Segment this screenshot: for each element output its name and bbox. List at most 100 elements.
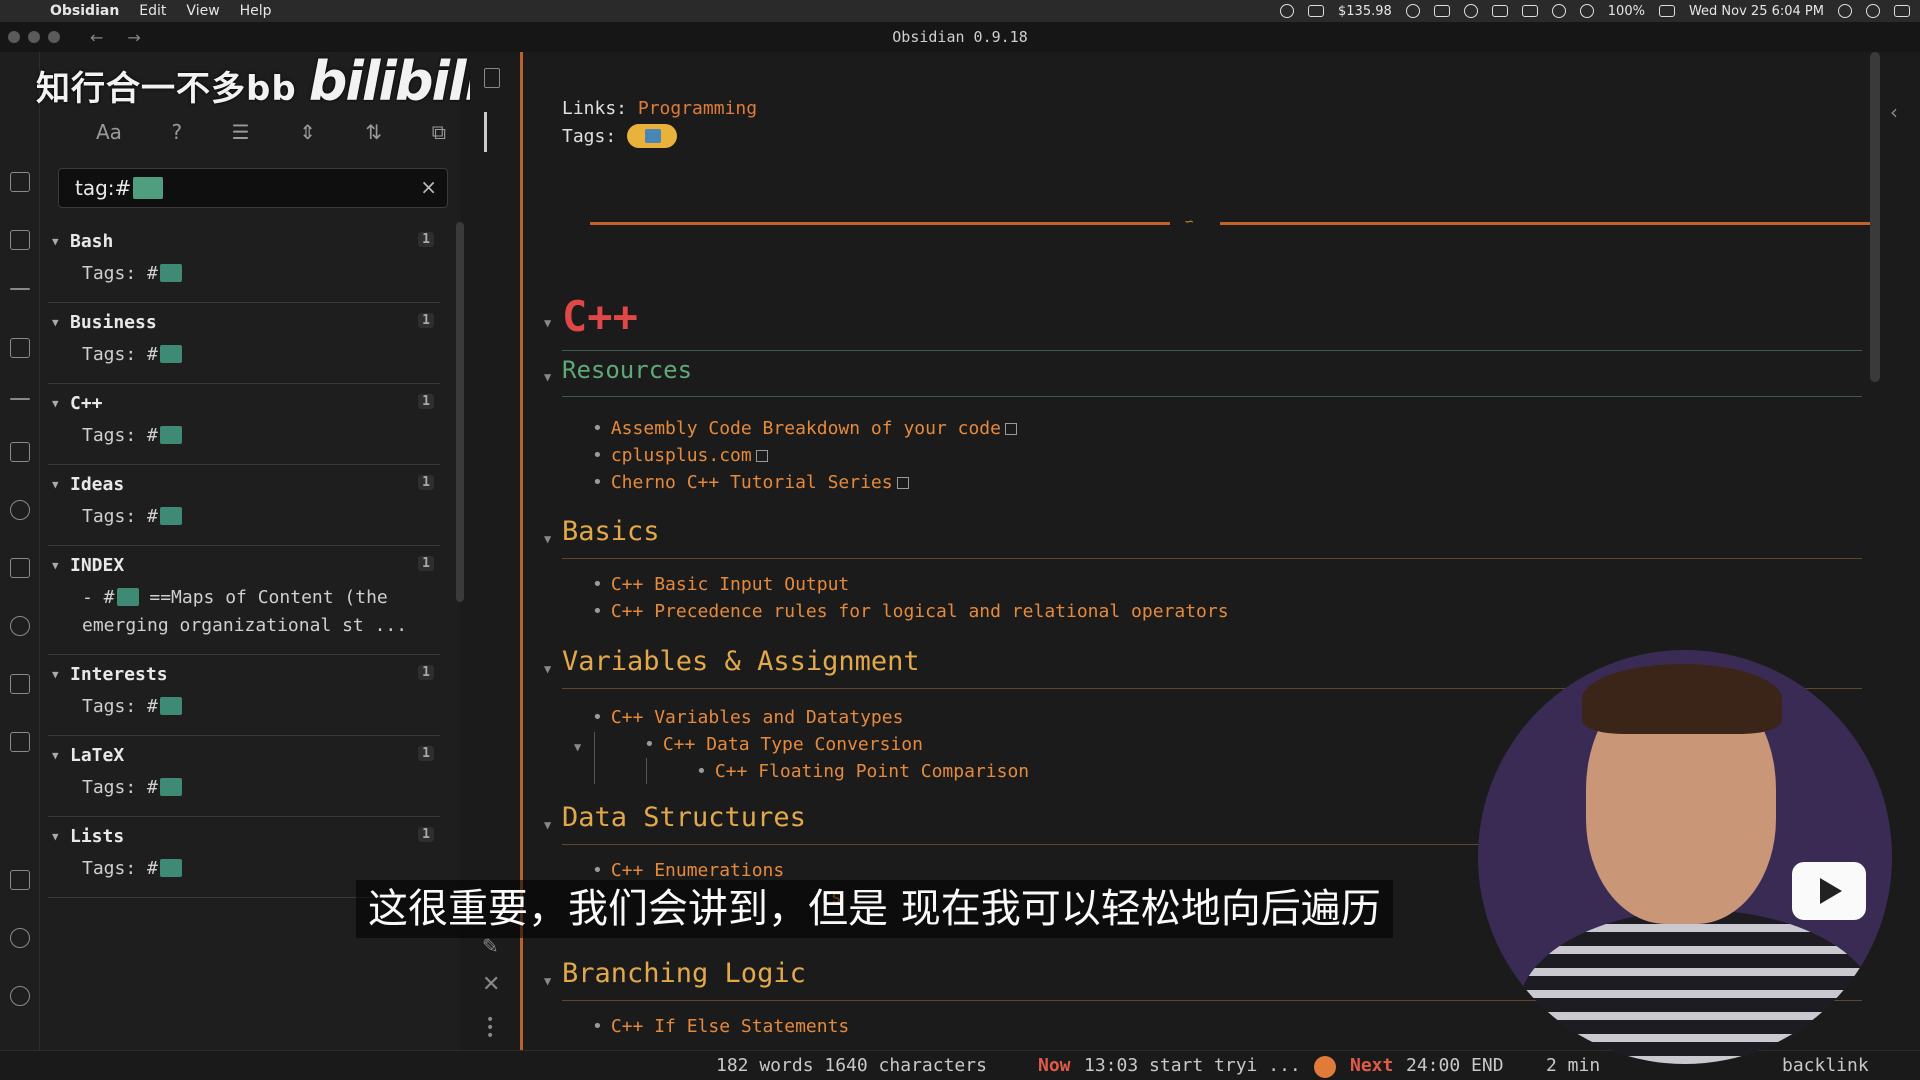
pane-scrollbar[interactable]	[456, 222, 464, 602]
result-group[interactable]: ▼ Bash 1 Tags: #	[48, 222, 440, 303]
camera-icon[interactable]	[10, 870, 30, 890]
sort-icon[interactable]: ⇅	[365, 120, 382, 144]
fold-triangle-icon[interactable]: ▼	[544, 974, 551, 988]
result-group[interactable]: ▼ INDEX 1 - # ==Maps of Content (the emerg…	[48, 546, 440, 655]
send-icon[interactable]	[10, 674, 30, 694]
result-match[interactable]: Tags: #	[48, 693, 440, 735]
show-more-context-icon[interactable]: ⇕	[299, 120, 316, 144]
random-note-icon[interactable]	[10, 172, 30, 192]
lock-icon[interactable]	[1433, 5, 1450, 17]
collapse-triangle-icon[interactable]: ▼	[52, 749, 64, 762]
volume-icon[interactable]	[1521, 5, 1538, 17]
list-item[interactable]: • C++ If Else Statements	[592, 1016, 849, 1037]
battery-icon[interactable]	[1658, 5, 1675, 17]
collapse-left-icon[interactable]	[10, 112, 30, 132]
list-item[interactable]: • C++ Data Type Conversion	[644, 734, 923, 755]
stock-price[interactable]: $135.98	[1338, 4, 1392, 19]
grid-icon[interactable]	[10, 732, 30, 752]
menu-view[interactable]: View	[176, 3, 229, 19]
search-icon[interactable]	[1838, 4, 1852, 18]
menubar-datetime[interactable]: Wed Nov 25 6:04 PM	[1689, 4, 1824, 19]
fold-triangle-icon[interactable]: ▼	[574, 740, 581, 754]
fold-triangle-icon[interactable]: ▼	[544, 316, 551, 330]
settings-gear-icon[interactable]	[10, 986, 30, 1006]
help-icon[interactable]	[10, 928, 30, 948]
menu-edit[interactable]: Edit	[129, 3, 176, 19]
forward-arrow-icon[interactable]: →	[127, 28, 140, 47]
menu-app-name[interactable]: Obsidian	[40, 3, 129, 19]
collapse-results-icon[interactable]: ☰	[232, 120, 250, 144]
tag-pill[interactable]	[627, 124, 678, 148]
collapse-triangle-icon[interactable]: ▼	[52, 478, 64, 491]
list-item[interactable]: • Assembly Code Breakdown of your code	[592, 418, 1017, 439]
cloud-icon[interactable]	[1405, 4, 1420, 18]
result-header[interactable]: ▼ C++ 1	[48, 384, 440, 422]
back-arrow-icon[interactable]: ←	[90, 28, 103, 47]
programming-link[interactable]: Programming	[638, 98, 757, 119]
list-item[interactable]: • Cherno C++ Tutorial Series	[592, 472, 909, 493]
copy-results-icon[interactable]: ⧉	[432, 120, 446, 144]
result-group[interactable]: ▼ C++ 1 Tags: #	[48, 384, 440, 465]
result-group[interactable]: ▼ Business 1 Tags: #	[48, 303, 440, 384]
result-match[interactable]: Tags: #	[48, 774, 440, 816]
match-case-icon[interactable]: Aa	[96, 120, 122, 144]
more-options-icon[interactable]: • • •	[486, 1013, 494, 1043]
result-group[interactable]: ▼ Ideas 1 Tags: #	[48, 465, 440, 546]
result-match[interactable]: Tags: #	[48, 422, 440, 464]
list-item[interactable]: • C++ Floating Point Comparison	[696, 761, 1029, 782]
pomodoro-now-text[interactable]: 13:03 start tryi ...	[1084, 1055, 1301, 1076]
wifi-icon[interactable]	[1579, 4, 1594, 18]
editor-scrollbar[interactable]	[1870, 52, 1880, 382]
microphone-icon[interactable]	[10, 616, 30, 636]
fold-triangle-icon[interactable]: ▼	[544, 532, 551, 546]
display-icon[interactable]	[1491, 5, 1508, 17]
result-match[interactable]: Tags: #	[48, 341, 440, 383]
new-note-icon[interactable]	[484, 68, 500, 88]
fold-triangle-icon[interactable]: ▼	[544, 818, 551, 832]
clock-icon[interactable]	[1551, 4, 1566, 18]
collapse-triangle-icon[interactable]: ▼	[52, 668, 64, 681]
menu-help[interactable]: Help	[230, 3, 282, 19]
collapse-triangle-icon[interactable]: ▼	[52, 830, 64, 843]
graph-icon[interactable]	[10, 500, 30, 520]
collapse-right-icon[interactable]: ‹	[1890, 100, 1898, 124]
result-match[interactable]: Tags: #	[48, 260, 440, 302]
globe-icon[interactable]	[1463, 4, 1478, 18]
result-match[interactable]: Tags: #	[48, 503, 440, 545]
zoom-window-button[interactable]	[48, 31, 60, 43]
fold-triangle-icon[interactable]: ▼	[544, 370, 551, 384]
list-icon[interactable]	[10, 398, 30, 400]
clear-search-icon[interactable]: ×	[420, 175, 437, 199]
collapse-triangle-icon[interactable]: ▼	[52, 559, 64, 572]
battery-percent[interactable]: 100%	[1608, 4, 1645, 19]
siri-icon[interactable]	[1866, 4, 1880, 18]
minimize-window-button[interactable]	[28, 31, 40, 43]
table-icon[interactable]	[10, 230, 30, 250]
list-item[interactable]: • C++ Variables and Datatypes	[592, 707, 903, 728]
result-header[interactable]: ▼ LaTeX 1	[48, 736, 440, 774]
list-item[interactable]: • C++ Basic Input Output	[592, 574, 849, 595]
result-match[interactable]: - # ==Maps of Content (the emerging orga…	[48, 584, 440, 654]
status-icon[interactable]	[1308, 5, 1325, 17]
list-item[interactable]: • cplusplus.com	[592, 445, 768, 466]
search-input[interactable]: tag:# ×	[58, 168, 448, 208]
fold-triangle-icon[interactable]: ▼	[544, 662, 551, 676]
files-icon[interactable]	[10, 338, 30, 358]
result-header[interactable]: ▼ Business 1	[48, 303, 440, 341]
collapse-triangle-icon[interactable]: ▼	[52, 316, 64, 329]
result-group[interactable]: ▼ LaTeX 1 Tags: #	[48, 736, 440, 817]
close-pane-icon[interactable]: ✕	[482, 972, 500, 997]
collapse-triangle-icon[interactable]: ▼	[52, 397, 64, 410]
pencil-icon[interactable]	[10, 288, 30, 290]
close-window-button[interactable]	[8, 31, 20, 43]
link-pane-icon[interactable]	[484, 112, 498, 152]
pomodoro-timer-icon[interactable]	[1314, 1056, 1336, 1078]
status-icon[interactable]	[1280, 4, 1295, 18]
control-center-icon[interactable]	[1894, 5, 1910, 17]
explain-search-icon[interactable]: ?	[171, 120, 182, 144]
result-header[interactable]: ▼ Lists 1	[48, 817, 440, 855]
calendar-icon[interactable]	[10, 558, 30, 578]
result-group[interactable]: ▼ Interests 1 Tags: #	[48, 655, 440, 736]
result-header[interactable]: ▼ Interests 1	[48, 655, 440, 693]
list-item[interactable]: • C++ Precedence rules for logical and re…	[592, 601, 1229, 622]
